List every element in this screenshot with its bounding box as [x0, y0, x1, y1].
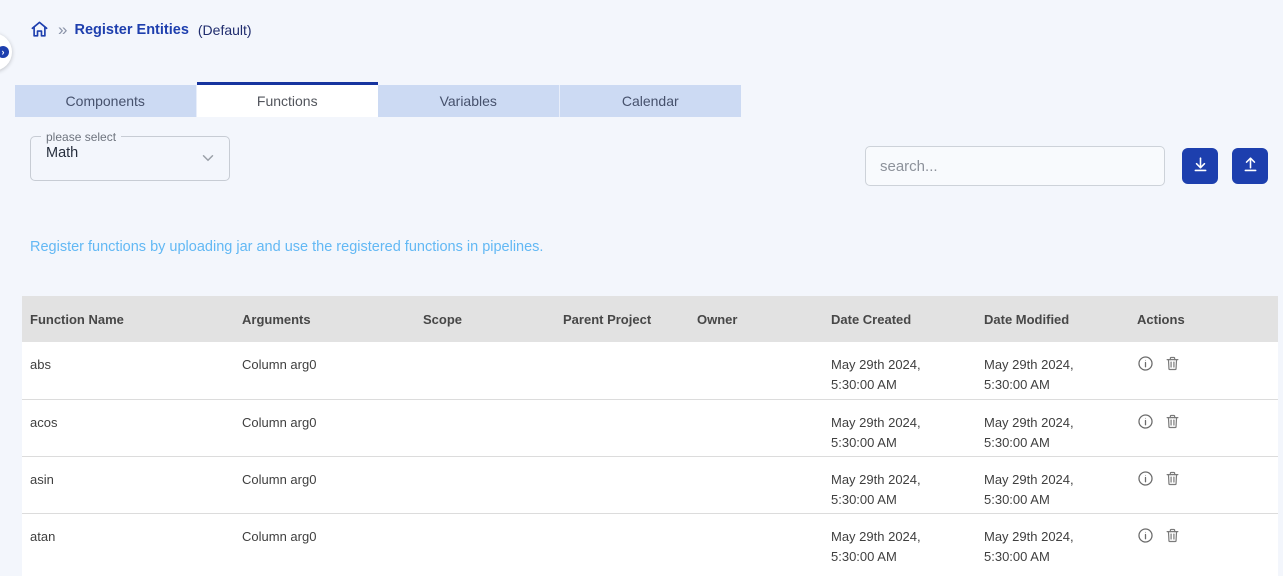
breadcrumb-separator-icon: » — [58, 20, 68, 39]
cell-arguments: Column arg0 — [242, 414, 317, 430]
cell-date-created: May 29th 2024, 5:30:00 AM — [831, 528, 921, 564]
delete-icon[interactable] — [1164, 413, 1181, 436]
category-select-label: please select — [41, 130, 122, 144]
info-icon[interactable] — [1137, 355, 1154, 378]
cell-function-name: asin — [30, 471, 54, 487]
table-row: asin Column arg0 May 29th 2024, 5:30:00 … — [22, 456, 1278, 513]
column-header-function-name: Function Name — [30, 311, 124, 327]
column-header-owner: Owner — [697, 311, 738, 327]
cell-parent-project — [555, 399, 689, 456]
delete-icon[interactable] — [1164, 470, 1181, 493]
info-icon[interactable] — [1137, 527, 1154, 550]
cell-function-name: acos — [30, 414, 58, 430]
info-text: Register functions by uploading jar and … — [30, 239, 544, 255]
breadcrumb-title[interactable]: Register Entities — [74, 22, 188, 38]
cell-arguments: Column arg0 — [242, 357, 317, 372]
category-select-value: Math — [46, 145, 79, 161]
upload-icon — [1241, 155, 1260, 177]
cell-arguments: Column arg0 — [242, 471, 317, 487]
delete-icon[interactable] — [1164, 527, 1181, 550]
tab-variables[interactable]: Variables — [378, 85, 560, 117]
upload-button[interactable] — [1232, 148, 1268, 184]
tab-components[interactable]: Components — [15, 85, 197, 117]
cell-scope — [415, 342, 555, 399]
table-next-row-sliver — [22, 570, 1278, 576]
cell-function-name: abs — [30, 357, 51, 372]
breadcrumb: » Register Entities (Default) — [30, 20, 252, 39]
cell-date-modified: May 29th 2024, 5:30:00 AM — [984, 357, 1074, 392]
cell-owner — [689, 342, 823, 399]
cell-date-modified: May 29th 2024, 5:30:00 AM — [984, 528, 1074, 564]
column-header-scope: Scope — [423, 311, 463, 327]
cell-scope — [415, 456, 555, 513]
table-row: abs Column arg0 May 29th 2024, 5:30:00 A… — [22, 342, 1278, 399]
cell-date-modified: May 29th 2024, 5:30:00 AM — [984, 471, 1074, 507]
column-header-date-modified: Date Modified — [984, 311, 1070, 327]
category-select[interactable]: please select Math — [30, 130, 230, 181]
sidebar-expand-toggle[interactable]: › — [0, 33, 12, 71]
cell-owner — [689, 513, 823, 570]
table-row: atan Column arg0 May 29th 2024, 5:30:00 … — [22, 513, 1278, 570]
cell-date-created: May 29th 2024, 5:30:00 AM — [831, 414, 921, 450]
cell-scope — [415, 513, 555, 570]
table-row: acos Column arg0 May 29th 2024, 5:30:00 … — [22, 399, 1278, 456]
cell-date-modified: May 29th 2024, 5:30:00 AM — [984, 414, 1074, 450]
tab-bar: Components Functions Variables Calendar — [15, 82, 741, 117]
cell-parent-project — [555, 513, 689, 570]
cell-actions — [1129, 513, 1278, 570]
column-header-arguments: Arguments — [242, 311, 311, 327]
cell-owner — [689, 456, 823, 513]
cell-actions — [1129, 342, 1278, 399]
download-icon — [1191, 155, 1210, 177]
cell-parent-project — [555, 456, 689, 513]
tab-calendar[interactable]: Calendar — [559, 85, 741, 117]
cell-arguments: Column arg0 — [242, 528, 317, 544]
table-header-row: Function Name Arguments Scope Parent Pro… — [22, 296, 1278, 342]
cell-actions — [1129, 456, 1278, 513]
column-header-actions: Actions — [1137, 311, 1185, 327]
chevron-right-icon: › — [0, 46, 9, 58]
cell-scope — [415, 399, 555, 456]
tab-functions[interactable]: Functions — [196, 82, 378, 117]
download-button[interactable] — [1182, 148, 1218, 184]
chevron-down-icon — [199, 149, 217, 172]
cell-owner — [689, 399, 823, 456]
column-header-date-created: Date Created — [831, 311, 912, 327]
search-input[interactable] — [865, 146, 1165, 186]
home-icon[interactable] — [30, 20, 49, 39]
cell-date-created: May 29th 2024, 5:30:00 AM — [831, 471, 921, 507]
info-icon[interactable] — [1137, 413, 1154, 436]
cell-parent-project — [555, 342, 689, 399]
delete-icon[interactable] — [1164, 355, 1181, 378]
cell-actions — [1129, 399, 1278, 456]
cell-function-name: atan — [30, 528, 56, 544]
cell-date-created: May 29th 2024, 5:30:00 AM — [831, 357, 921, 392]
column-header-parent-project: Parent Project — [563, 311, 652, 327]
info-icon[interactable] — [1137, 470, 1154, 493]
breadcrumb-subtitle: (Default) — [197, 21, 252, 38]
functions-table: Function Name Arguments Scope Parent Pro… — [22, 296, 1278, 571]
